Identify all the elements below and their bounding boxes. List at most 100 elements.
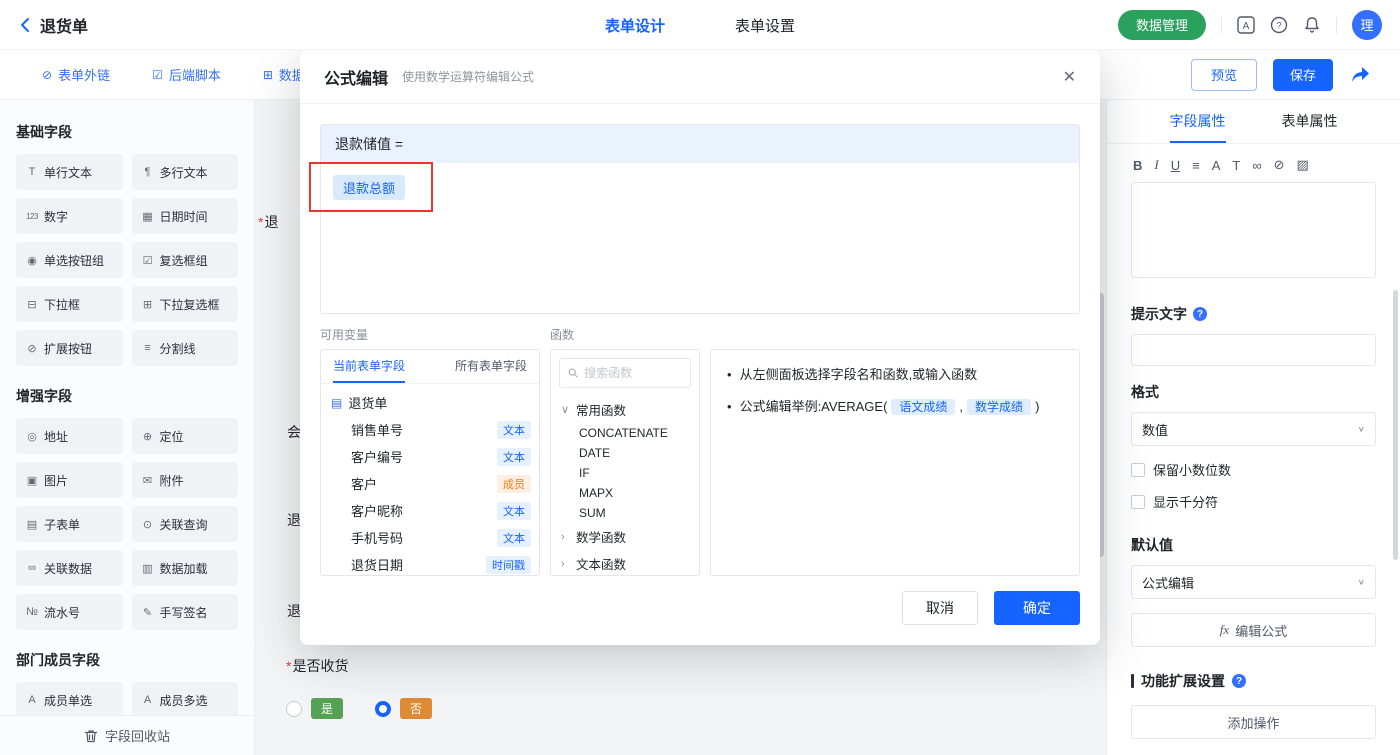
- function-item-sum[interactable]: SUM: [551, 503, 699, 523]
- group-text-functions[interactable]: › 文本函数: [551, 550, 699, 575]
- close-icon[interactable]: ✕: [1063, 67, 1076, 87]
- trash-icon: [84, 729, 98, 742]
- formula-content[interactable]: 退款总额: [321, 163, 1079, 313]
- field-linked-data[interactable]: ∞ 关联数据: [16, 550, 123, 586]
- textarea-icon: ¶: [144, 166, 151, 178]
- image-icon[interactable]: ▨: [1297, 157, 1309, 173]
- field-serial-number[interactable]: № 流水号: [16, 594, 123, 630]
- avatar[interactable]: 理: [1352, 9, 1382, 40]
- field-radio-group[interactable]: ◉ 单选按钮组: [16, 242, 123, 278]
- back-button[interactable]: [20, 17, 30, 33]
- option-no-chip[interactable]: 否: [400, 698, 433, 719]
- unlink-icon[interactable]: ⊘: [1274, 157, 1285, 173]
- data-manage-button[interactable]: 数据管理: [1117, 9, 1206, 40]
- link-icon[interactable]: ∞: [1252, 158, 1261, 173]
- app-header: 退货单 表单设计 表单设置 数据管理 A ? 理: [0, 0, 1400, 50]
- field-datetime[interactable]: ▦ 日期时间: [131, 198, 238, 234]
- formula-input-area[interactable]: 退款储值 = 退款总额: [320, 124, 1080, 314]
- bold-icon[interactable]: B: [1133, 158, 1142, 173]
- italic-icon[interactable]: I: [1154, 157, 1158, 173]
- search-icon: [568, 368, 578, 378]
- field-member-single[interactable]: A 成员单选: [16, 682, 123, 718]
- variable-row[interactable]: 退货日期 时间戳: [321, 551, 539, 575]
- field-member-multi[interactable]: A 成员多选: [131, 682, 238, 718]
- default-value-select[interactable]: 公式编辑 ∨: [1131, 565, 1376, 599]
- tab-current-form-fields[interactable]: 当前表单字段: [333, 350, 406, 383]
- hint-text-input[interactable]: [1131, 334, 1376, 366]
- field-label: 地址: [44, 429, 69, 444]
- cancel-button[interactable]: 取消: [902, 591, 978, 625]
- edit-formula-button[interactable]: fx 编辑公式: [1131, 613, 1376, 647]
- tab-field-properties[interactable]: 字段属性: [1169, 100, 1226, 143]
- font-color-icon[interactable]: A: [1212, 158, 1221, 173]
- form-external-link-button[interactable]: ⊘ 表单外链: [42, 65, 110, 84]
- backend-script-button[interactable]: ☑ 后端脚本: [152, 65, 221, 84]
- add-action-button[interactable]: 添加操作: [1131, 705, 1376, 739]
- field-number[interactable]: 123 数字: [16, 198, 123, 234]
- group-common-functions[interactable]: ∨ 常用函数: [551, 396, 699, 423]
- field-signature[interactable]: ✎ 手写签名: [131, 594, 238, 630]
- underline-icon[interactable]: U: [1171, 158, 1180, 173]
- bell-icon[interactable]: [1303, 16, 1321, 34]
- font-size-icon[interactable]: T: [1232, 158, 1240, 173]
- function-search-input[interactable]: [584, 366, 682, 380]
- page-title: 退货单: [40, 18, 89, 36]
- formula-field-chip[interactable]: 退款总额: [333, 175, 406, 200]
- variable-row[interactable]: 客户昵称 文本: [321, 497, 539, 524]
- field-multiselect[interactable]: ⊞ 下拉复选框: [131, 286, 238, 322]
- variable-row[interactable]: 手机号码 文本: [321, 524, 539, 551]
- location-icon: ⊕: [142, 430, 153, 443]
- field-label: 扩展按钮: [44, 341, 93, 356]
- field-select[interactable]: ⊟ 下拉框: [16, 286, 123, 322]
- tab-all-form-fields[interactable]: 所有表单字段: [455, 350, 527, 383]
- confirm-button[interactable]: 确定: [994, 591, 1080, 625]
- radio-no[interactable]: [375, 700, 392, 717]
- field-address[interactable]: ◎ 地址: [16, 418, 123, 454]
- field-single-line-text[interactable]: T 单行文本: [16, 154, 123, 190]
- field-multiline-text[interactable]: ¶ 多行文本: [131, 154, 238, 190]
- function-item-mapx[interactable]: MAPX: [551, 483, 699, 503]
- thousand-separator-checkbox[interactable]: 显示千分符: [1131, 492, 1376, 511]
- group-math-functions[interactable]: › 数学函数: [551, 523, 699, 550]
- option-yes-chip[interactable]: 是: [311, 698, 344, 719]
- number-icon: 123: [26, 211, 38, 221]
- tab-form-design[interactable]: 表单设计: [605, 15, 665, 36]
- function-search[interactable]: [559, 358, 691, 388]
- align-icon[interactable]: ≡: [1192, 158, 1200, 173]
- field-data-load[interactable]: ▥ 数据加载: [131, 550, 238, 586]
- translate-icon[interactable]: A: [1237, 15, 1255, 34]
- save-button[interactable]: 保存: [1273, 58, 1333, 91]
- field-subform[interactable]: ▤ 子表单: [16, 506, 123, 542]
- function-item-if[interactable]: IF: [551, 463, 699, 483]
- variable-row[interactable]: 客户 成员: [321, 470, 539, 497]
- field-location[interactable]: ⊕ 定位: [131, 418, 238, 454]
- field-checkbox-group[interactable]: ☑ 复选框组: [131, 242, 238, 278]
- tab-form-settings[interactable]: 表单设置: [735, 15, 795, 36]
- datetime-icon: ▦: [142, 210, 153, 223]
- field-recycle-bin[interactable]: 字段回收站: [0, 715, 254, 755]
- function-item-date[interactable]: DATE: [551, 443, 699, 463]
- panel-scrollbar[interactable]: [1393, 290, 1398, 560]
- share-icon[interactable]: [1351, 66, 1370, 83]
- tab-form-properties[interactable]: 表单属性: [1282, 100, 1338, 143]
- field-attachment[interactable]: ✉ 附件: [131, 462, 238, 498]
- form-tree-node[interactable]: ▤ 退货单: [321, 389, 539, 416]
- field-image[interactable]: ▣ 图片: [16, 462, 123, 498]
- function-item-concatenate[interactable]: CONCATENATE: [551, 423, 699, 443]
- decimal-checkbox[interactable]: 保留小数位数: [1131, 460, 1376, 479]
- radio-yes[interactable]: [286, 700, 302, 717]
- help-icon[interactable]: ?: [1270, 16, 1288, 34]
- field-divider[interactable]: ≡ 分割线: [131, 330, 238, 366]
- field-title-editor[interactable]: [1131, 182, 1376, 278]
- help-icon[interactable]: ?: [1193, 307, 1207, 321]
- help-icon[interactable]: ?: [1232, 674, 1246, 688]
- field-linked-query[interactable]: ⊙ 关联查询: [131, 506, 238, 542]
- format-select[interactable]: 数值 ∨: [1131, 412, 1376, 446]
- preview-button[interactable]: 预览: [1191, 58, 1257, 91]
- field-extend-button[interactable]: ⊘ 扩展按钮: [16, 330, 123, 366]
- variable-row[interactable]: 客户编号 文本: [321, 443, 539, 470]
- variable-row[interactable]: 销售单号 文本: [321, 416, 539, 443]
- receive-goods-field: *是否收货 是 否: [286, 656, 433, 719]
- variable-name: 手机号码: [351, 531, 404, 546]
